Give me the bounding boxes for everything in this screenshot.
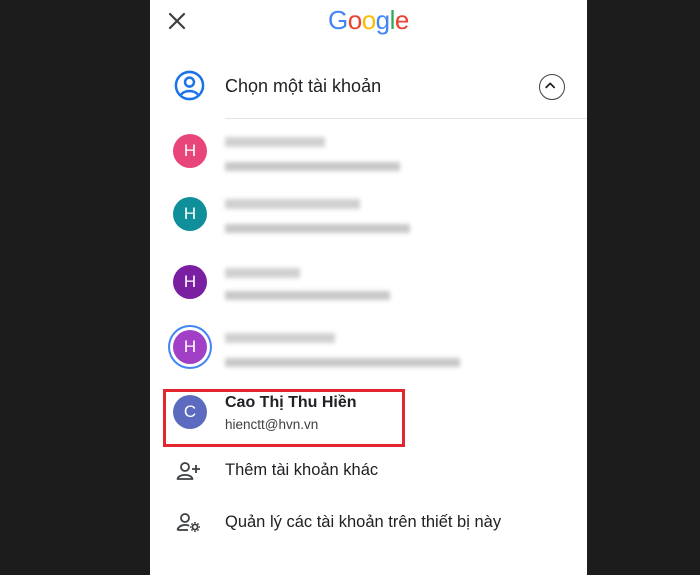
account-item[interactable]: H [150,320,587,380]
account-item[interactable]: H [150,245,587,305]
person-add-icon [176,462,200,480]
redaction-blur [225,158,400,174]
logo-letter: e [394,5,409,35]
redaction-blur [225,265,300,281]
manage-accounts-button[interactable]: Quản lý các tài khoản trên thiết bị này [150,501,587,545]
account-circle-icon [174,70,205,101]
collapse-button[interactable] [539,74,565,100]
selection-highlight-box [163,389,405,447]
account-chooser-panel: Google Chọn một tài khoản H H H H C Cao … [150,0,587,575]
manage-accounts-icon [176,513,200,532]
account-item[interactable]: H [150,184,587,244]
add-account-label: Thêm tài khoản khác [225,461,379,479]
account-item[interactable]: H [150,124,587,184]
page-title: Chọn một tài khoản [225,76,382,96]
manage-accounts-label: Quản lý các tài khoản trên thiết bị này [225,513,502,531]
close-icon[interactable] [167,11,187,31]
avatar: H [173,265,207,299]
divider [225,118,587,119]
redaction-blur [225,220,410,236]
avatar: H [173,197,207,231]
logo-letter: o [347,5,362,35]
redaction-blur [225,134,325,150]
google-logo: Google [328,5,409,36]
logo-letter: g [375,5,390,35]
avatar: H [173,134,207,168]
redaction-blur [225,354,460,370]
logo-letter: o [361,5,376,35]
chevron-up-icon [545,82,556,89]
redaction-blur [225,196,360,212]
redaction-blur [225,287,390,303]
choose-account-header: Chọn một tài khoản [150,60,587,118]
redaction-blur [225,330,335,346]
avatar: H [173,330,207,364]
logo-letter: G [328,5,348,35]
add-account-button[interactable]: Thêm tài khoản khác [150,449,587,493]
